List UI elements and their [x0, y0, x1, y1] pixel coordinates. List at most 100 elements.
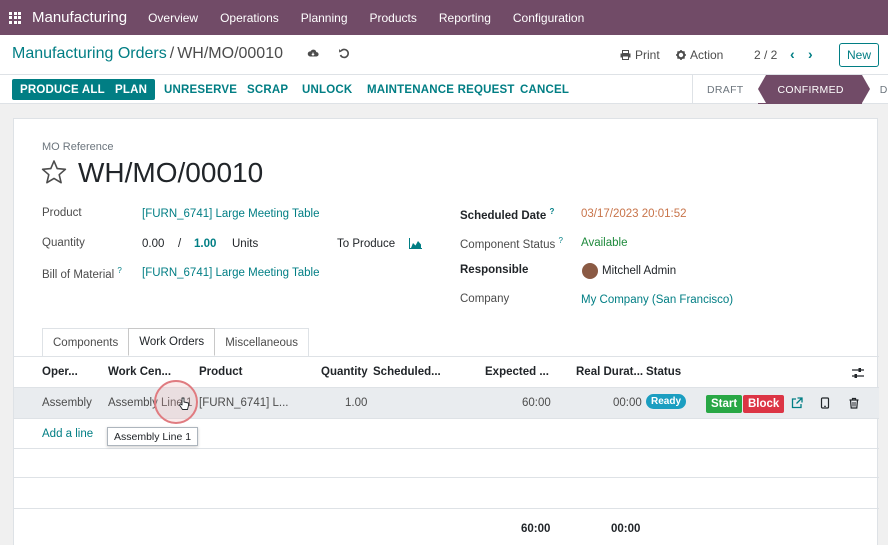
mo-reference-label: MO Reference [42, 141, 114, 153]
scheduled-date-field[interactable]: 03/17/2023 20:01:52 [581, 208, 687, 220]
area-chart-icon[interactable] [409, 238, 422, 249]
menu-configuration[interactable]: Configuration [513, 11, 584, 25]
col-status[interactable]: Status [646, 366, 681, 378]
menu-reporting[interactable]: Reporting [439, 11, 491, 25]
maintenance-request-button[interactable]: MAINTENANCE REQUEST [367, 79, 515, 100]
tab-miscellaneous[interactable]: Miscellaneous [214, 328, 310, 356]
star-icon[interactable] [41, 159, 67, 185]
quantity-uom: Units [232, 238, 259, 250]
cell-expected: 60:00 [522, 397, 551, 409]
col-real-duration[interactable]: Real Durat... [576, 366, 643, 378]
responsible-field[interactable]: Mitchell Admin [602, 265, 676, 277]
component-status-label: Component Status ? [460, 236, 563, 251]
tab-components[interactable]: Components [42, 328, 130, 356]
col-operation[interactable]: Oper... [42, 366, 78, 378]
row-divider [14, 448, 879, 449]
workorders-table-header: Oper... Work Cen... Product Quantity Sch… [14, 357, 879, 388]
col-quantity[interactable]: Quantity [321, 366, 368, 378]
mo-reference-title: WH/MO/00010 [78, 157, 264, 188]
bom-help-mark[interactable]: ? [117, 266, 121, 275]
col-work-center[interactable]: Work Cen... [108, 366, 171, 378]
pager-value[interactable]: 2 / 2 [754, 48, 777, 62]
unlock-button[interactable]: UNLOCK [302, 79, 352, 100]
stage-confirmed[interactable]: CONFIRMED [757, 75, 871, 104]
to-produce-label: To Produce [337, 238, 396, 250]
cancel-button[interactable]: CANCEL [520, 79, 569, 100]
company-label: Company [460, 293, 510, 305]
component-status-label-text: Component Status [460, 238, 556, 251]
stage-draft[interactable]: DRAFT [693, 75, 758, 104]
scheduled-help-mark[interactable]: ? [549, 207, 554, 216]
row-divider [14, 477, 879, 478]
scrap-button[interactable]: SCRAP [247, 79, 288, 100]
component-status-help-mark[interactable]: ? [558, 236, 562, 245]
cell-real-duration: 00:00 [613, 397, 642, 409]
cell-product: [FURN_6741] L... [199, 397, 289, 409]
col-scheduled[interactable]: Scheduled... [373, 366, 441, 378]
new-button[interactable]: New [839, 43, 879, 67]
action-button[interactable]: Action [676, 48, 723, 62]
table-footer: 60:00 00:00 [14, 508, 879, 545]
stage-pipeline: DRAFT CONFIRMED DONE [692, 75, 888, 104]
status-bar: PRODUCE ALL PLAN UNRESERVE SCRAP UNLOCK … [0, 75, 888, 104]
form-sheet: MO Reference WH/MO/00010 Product [FURN_6… [13, 118, 879, 545]
quantity-total-field[interactable]: 1.00 [194, 238, 216, 250]
cell-operation: Assembly [42, 397, 92, 409]
responsible-label: Responsible [460, 264, 529, 276]
avatar [582, 263, 598, 279]
breadcrumb-current: WH/MO/00010 [177, 45, 283, 62]
component-status-value: Available [581, 237, 628, 249]
breadcrumb-parent[interactable]: Manufacturing Orders [12, 45, 167, 62]
bom-label-text: Bill of Material [42, 268, 115, 281]
product-field[interactable]: [FURN_6741] Large Meeting Table [142, 208, 320, 220]
pointer-cursor-icon [179, 397, 189, 410]
external-link-icon[interactable] [791, 397, 803, 409]
start-button[interactable]: Start [706, 395, 743, 413]
chevron-right-icon[interactable]: › [808, 46, 813, 62]
cloud-save-icon[interactable] [307, 47, 319, 59]
bom-field[interactable]: [FURN_6741] Large Meeting Table [142, 267, 320, 279]
menu-planning[interactable]: Planning [301, 11, 348, 25]
block-button[interactable]: Block [743, 395, 785, 413]
print-icon [620, 50, 631, 60]
tab-work-orders[interactable]: Work Orders [128, 328, 216, 356]
notebook-tabs: Components Work Orders Miscellaneous [42, 328, 310, 356]
total-expected: 60:00 [521, 523, 551, 535]
company-field[interactable]: My Company (San Francisco) [581, 294, 733, 306]
print-button[interactable]: Print [620, 48, 660, 62]
col-expected[interactable]: Expected ... [485, 366, 549, 378]
print-label: Print [635, 48, 660, 62]
unreserve-button[interactable]: UNRESERVE [164, 79, 237, 100]
breadcrumb-separator: / [169, 45, 175, 62]
total-real-duration: 00:00 [611, 523, 641, 535]
product-label: Product [42, 207, 82, 219]
gear-icon [676, 50, 686, 60]
trash-icon[interactable] [848, 397, 860, 409]
cell-quantity: 1.00 [345, 397, 368, 409]
action-label: Action [690, 48, 724, 62]
discard-icon[interactable] [338, 47, 350, 59]
click-highlight [154, 380, 198, 424]
scheduled-date-label-text: Scheduled Date [460, 209, 547, 222]
apps-grid-icon[interactable] [9, 11, 21, 24]
menu-overview[interactable]: Overview [148, 11, 198, 25]
menu-products[interactable]: Products [370, 11, 417, 25]
tablet-icon[interactable] [819, 397, 831, 409]
bom-label: Bill of Material ? [42, 266, 122, 281]
quantity-separator: / [178, 238, 182, 250]
chevron-left-icon[interactable]: ‹ [790, 46, 795, 62]
quantity-produced-field[interactable]: 0.00 [142, 238, 164, 250]
add-line-link[interactable]: Add a line [42, 428, 93, 440]
column-settings-icon[interactable] [852, 367, 864, 379]
control-panel: Manufacturing Orders / WH/MO/00010 Print A… [0, 35, 888, 75]
plan-button[interactable]: PLAN [107, 79, 156, 100]
menu-operations[interactable]: Operations [220, 11, 279, 25]
app-name[interactable]: Manufacturing [32, 9, 127, 26]
scheduled-date-label: Scheduled Date ? [460, 207, 554, 222]
status-badge: Ready [646, 394, 687, 409]
breadcrumb: Manufacturing Orders / WH/MO/00010 [12, 45, 283, 63]
tooltip: Assembly Line 1 [107, 427, 199, 446]
table-row[interactable]: Assembly Assembly Line 1 [FURN_6741] L..… [14, 388, 879, 419]
col-product[interactable]: Product [199, 366, 242, 378]
produce-all-button[interactable]: PRODUCE ALL [12, 79, 113, 100]
